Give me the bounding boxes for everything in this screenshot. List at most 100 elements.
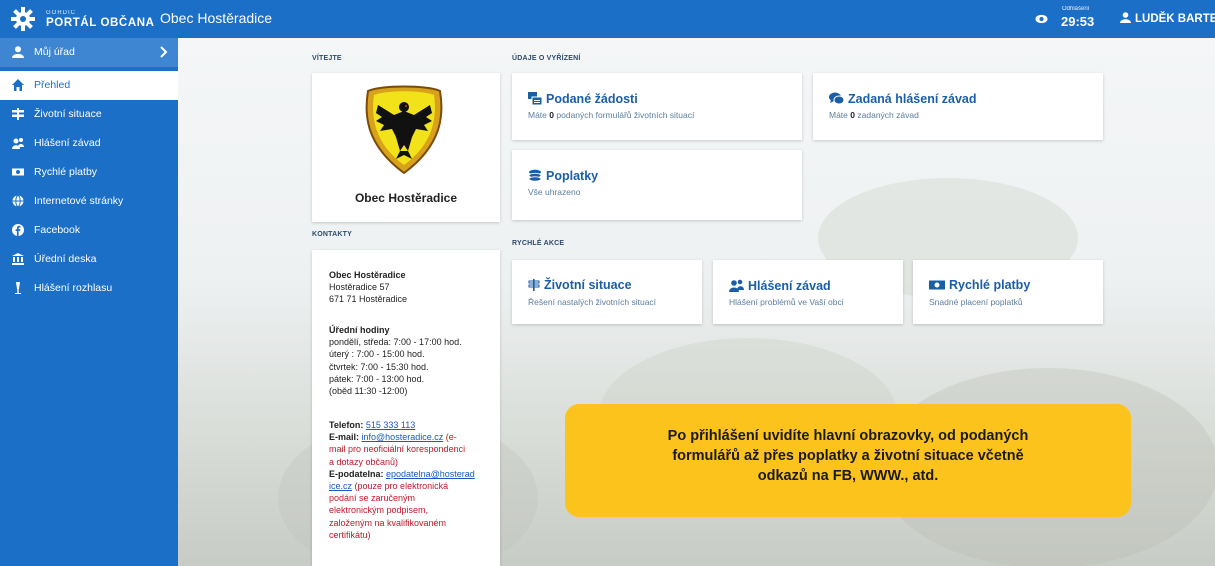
contact-street: Hostěradice 57 — [329, 282, 390, 293]
epodatelna-label: E-podatelna: — [329, 468, 384, 479]
office-hours-line: (oběd 11:30 -12:00) — [329, 386, 408, 397]
signpost-icon — [12, 108, 24, 120]
facebook-icon — [12, 224, 24, 236]
poplatky-status: Vše uhrazeno — [528, 187, 581, 197]
sidebar: Můj úřad Přehled Životní situace Hlášení… — [0, 38, 178, 566]
coat-of-arms-eagle-icon — [365, 85, 443, 175]
tile-sub-pre: Máte — [829, 110, 848, 120]
sidebar-item-label: Úřední deska — [34, 253, 97, 265]
epodatelna-link[interactable]: epodatelna@hosterad — [386, 469, 475, 479]
epodatelna-note: (pouze pro elektronická — [354, 481, 449, 492]
comments-icon — [829, 92, 845, 105]
home-icon — [12, 79, 24, 91]
sidebar-item-label: Životní situace — [34, 108, 102, 120]
sidebar-item-label: Rychlé platby — [34, 166, 98, 178]
phone-link[interactable]: 515 333 113 — [366, 420, 415, 430]
gear-logo-icon — [11, 7, 35, 31]
welcome-card: Obec Hostěradice — [312, 73, 500, 222]
tile-title: Poplatky — [546, 169, 599, 183]
user-icon — [12, 46, 24, 58]
banner-line: formulářů až přes poplatky a životní sit… — [672, 448, 1024, 464]
signpost-icon — [528, 279, 540, 291]
sidebar-item-label: Přehled — [34, 79, 71, 91]
top-bar: GORDIC PORTÁL OBČANA Obec Hostěradice Od… — [0, 0, 1215, 38]
municipality-name: Obec Hostěradice — [354, 191, 458, 205]
tile-sub-pre: Máte — [528, 110, 547, 120]
epodatelna-link[interactable]: ice.cz — [329, 481, 352, 491]
timer-label: Odhlášení — [1062, 6, 1090, 12]
institution-icon — [12, 253, 24, 265]
brand-small: GORDIC — [46, 10, 76, 16]
contact-org-name: Obec Hostěradice — [329, 270, 406, 280]
sidebar-item-internetove-stranky[interactable]: Internetové stránky — [0, 187, 178, 216]
email-link[interactable]: info@hosteradice.cz — [362, 432, 444, 442]
money-icon — [12, 168, 24, 176]
quick-rychle-platby-tile[interactable]: Rychlé platby Snadné placení poplatků — [913, 260, 1103, 324]
logout-timer: Odhlášení 29:53 — [1061, 5, 1107, 35]
podane-zadosti-tile[interactable]: Podané žádosti Máte 0 podaných formulářů… — [512, 73, 802, 140]
email-note: mail pro neoficiální korespondenci — [329, 444, 466, 455]
tile-subtitle: Snadné placení poplatků — [929, 297, 1023, 307]
info-banner: Po přihlášení uvidíte hlavní obrazovky, … — [565, 404, 1131, 517]
user-icon — [1120, 12, 1131, 23]
poplatky-tile[interactable]: Poplatky Vše uhrazeno — [512, 150, 802, 220]
office-hours-title: Úřední hodiny — [329, 325, 390, 335]
report-icon — [12, 138, 24, 149]
welcome-label: VÍTEJTE — [312, 55, 342, 62]
zadana-count: 0 — [850, 110, 856, 120]
sidebar-item-label: Hlášení rozhlasu — [34, 282, 113, 294]
tile-title: Hlášení závad — [748, 279, 831, 293]
tile-sub-post: zadaných závad — [857, 110, 919, 120]
quick-zivotni-situace-tile[interactable]: Životní situace Řešení nastalých životní… — [512, 260, 702, 324]
epodatelna-note: elektronickým podpisem, — [329, 505, 429, 516]
epodatelna-note: podání se zaručeným — [329, 493, 416, 504]
forms-icon — [528, 92, 543, 106]
tile-title: Životní situace — [544, 278, 632, 292]
sidebar-item-rychle-platby[interactable]: Rychlé platby — [0, 158, 178, 187]
email-note: (e- — [445, 432, 457, 443]
sidebar-item-label: Hlášení závad — [34, 137, 101, 149]
banner-line: Po přihlášení uvidíte hlavní obrazovky, … — [667, 428, 1029, 444]
office-hours-line: pondělí, středa: 7:00 - 17:00 hod. — [329, 337, 462, 348]
email-label: E-mail: — [329, 432, 360, 443]
sidebar-item-muj-urad[interactable]: Můj úřad — [0, 38, 178, 67]
phone-label: Telefon: — [329, 420, 364, 430]
contact-city: 671 71 Hostěradice — [329, 294, 408, 305]
globe-icon — [12, 195, 24, 207]
email-note: a dotazy občanů) — [329, 456, 399, 467]
banner-line: odkazů na FB, WWW., atd. — [757, 468, 939, 484]
brand-logo[interactable]: GORDIC PORTÁL OBČANA — [10, 5, 180, 33]
epodatelna-note: certifikátu) — [329, 529, 371, 540]
eye-icon[interactable] — [1035, 13, 1048, 25]
epodatelna-note: založeným na kvalifikovaném — [329, 517, 447, 528]
page-title: Obec Hostěradice — [160, 10, 273, 26]
sidebar-item-uredni-deska[interactable]: Úřední deska — [0, 245, 178, 274]
sidebar-item-hlaseni-zavad[interactable]: Hlášení závad — [0, 129, 178, 158]
contacts-card: Obec Hostěradice Hostěradice 57 671 71 H… — [312, 250, 500, 566]
sidebar-item-label: Internetové stránky — [34, 195, 124, 207]
quick-hlaseni-zavad-tile[interactable]: Hlášení závad Hlášení problémů ve Vaší o… — [713, 260, 903, 324]
sidebar-item-label: Můj úřad — [34, 46, 75, 58]
tile-title: Rychlé platby — [949, 278, 1031, 292]
money-icon — [929, 280, 945, 290]
tile-subtitle: Řešení nastalých životních situací — [528, 297, 657, 307]
sidebar-item-facebook[interactable]: Facebook — [0, 216, 178, 245]
contacts-label: KONTAKTY — [312, 231, 352, 238]
coins-icon — [528, 169, 542, 182]
chevron-right-icon — [160, 46, 168, 58]
sidebar-item-prehled[interactable]: Přehled — [0, 71, 178, 100]
tile-sub-post: podaných formulářů životních situací — [556, 110, 695, 120]
report-icon — [729, 279, 744, 292]
sidebar-item-hlaseni-rozhlasu[interactable]: Hlášení rozhlasu — [0, 274, 178, 303]
zadana-hlaseni-tile[interactable]: Zadaná hlášení závad Máte 0 zadaných záv… — [813, 73, 1103, 140]
podane-count: 0 — [549, 110, 555, 120]
sidebar-item-zivotni-situace[interactable]: Životní situace — [0, 100, 178, 129]
speaker-icon — [15, 282, 21, 294]
quick-actions-label: RYCHLÉ AKCE — [512, 240, 565, 247]
office-hours-line: pátek: 7:00 - 13:00 hod. — [329, 373, 425, 384]
tile-title: Zadaná hlášení závad — [848, 92, 977, 106]
tile-title: Podané žádosti — [546, 92, 638, 106]
user-name: LUDĚK BARTES — [1135, 13, 1215, 25]
processing-info-label: ÚDAJE O VYŘÍZENÍ — [512, 55, 581, 62]
user-menu[interactable]: LUDĚK BARTES — [1120, 11, 1215, 27]
